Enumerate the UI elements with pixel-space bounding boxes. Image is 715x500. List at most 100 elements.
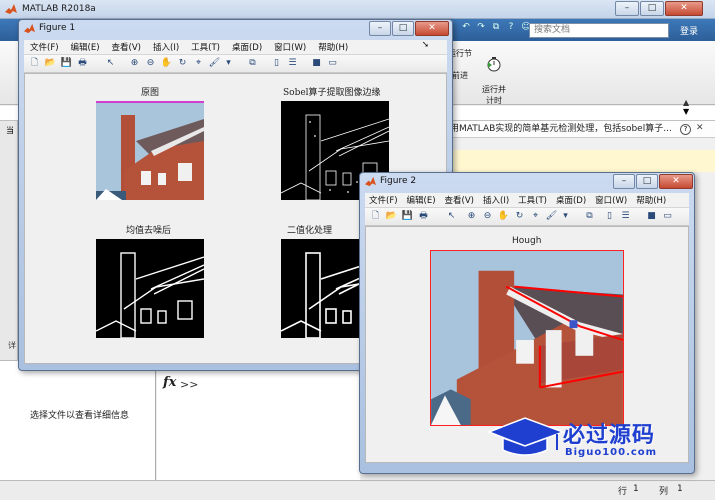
print-icon[interactable]: 🖶	[76, 57, 89, 70]
brush-dropdown-icon[interactable]: ▾	[559, 210, 572, 223]
figure2-menubar: 文件(F) 编辑(E) 查看(V) 插入(I) 工具(T) 桌面(D) 窗口(W…	[365, 193, 689, 208]
hide-plot-tools-icon[interactable]: ■	[310, 57, 323, 70]
new-figure-icon[interactable]: 🗋	[369, 210, 382, 223]
zoom-in-icon[interactable]: ⊕	[128, 57, 141, 70]
search-documentation-input[interactable]: 搜索文档	[529, 23, 669, 38]
pan-icon[interactable]: ✋	[160, 57, 173, 70]
status-row-label: 行	[618, 487, 628, 497]
help-browser-bar: 用MATLAB实现的简单基元检测处理，包括sobel算子...	[446, 121, 715, 138]
figure1-menubar: 文件(F) 编辑(E) 查看(V) 插入(I) 工具(T) 桌面(D) 窗口(W…	[24, 40, 447, 55]
legend-icon[interactable]: ☰	[619, 210, 632, 223]
show-plot-tools-icon[interactable]: ▭	[326, 57, 339, 70]
main-window-controls: – □ ✕	[614, 1, 703, 17]
matlab-logo-icon	[5, 4, 17, 14]
zoom-out-icon[interactable]: ⊖	[144, 57, 157, 70]
switch-windows-icon[interactable]: ⧉	[490, 22, 502, 35]
data-cursor-icon[interactable]: ⌖	[529, 210, 542, 223]
figure2-menu-view[interactable]: 查看(V)	[445, 194, 474, 206]
figure2-menu-file[interactable]: 文件(F)	[369, 194, 398, 206]
colorbar-icon[interactable]: ▯	[603, 210, 616, 223]
redo-icon[interactable]: ↷	[475, 22, 487, 35]
fx-icon[interactable]: fx	[163, 375, 176, 390]
colorbar-icon[interactable]: ▯	[270, 57, 283, 70]
stopwatch-icon	[487, 57, 501, 72]
figure1-menu-arrow-icon[interactable]: ➘	[422, 40, 429, 50]
figure1-menu-tools[interactable]: 工具(T)	[191, 41, 220, 53]
figure1-minimize-button[interactable]: –	[369, 21, 391, 36]
rotate-icon[interactable]: ↻	[176, 57, 189, 70]
subplot-mean-image	[96, 239, 204, 338]
figure2-close-button[interactable]: ✕	[659, 174, 693, 189]
help-close-icon[interactable]: ✕	[696, 123, 704, 133]
quick-access-toolbar: ↶ ↷ ⧉ ? ☺	[460, 22, 532, 35]
figure1-menu-file[interactable]: 文件(F)	[30, 41, 59, 53]
subplot-title-binary: 二值化处理	[287, 226, 333, 236]
figure1-close-button[interactable]: ✕	[415, 21, 449, 36]
figure1-maximize-button[interactable]: □	[392, 21, 414, 36]
figure1-logo-icon	[24, 23, 35, 34]
figure1-menu-help[interactable]: 帮助(H)	[318, 41, 348, 53]
legend-icon[interactable]: ☰	[286, 57, 299, 70]
figure1-window-controls: – □ ✕	[368, 21, 449, 37]
undo-icon[interactable]: ↶	[460, 22, 472, 35]
figure2-menu-tools[interactable]: 工具(T)	[518, 194, 547, 206]
details-panel-text: 选择文件以查看详细信息	[30, 411, 130, 421]
status-bar	[0, 480, 715, 500]
zoom-out-icon[interactable]: ⊖	[481, 210, 494, 223]
status-col-value: 1	[677, 484, 683, 494]
figure1-menu-insert[interactable]: 插入(I)	[153, 41, 179, 53]
figure2-maximize-button[interactable]: □	[636, 174, 658, 189]
figure1-menu-window[interactable]: 窗口(W)	[274, 41, 306, 53]
help-icon[interactable]: ?	[505, 22, 517, 35]
subplot-title-sobel: Sobel算子提取图像边缘	[283, 88, 381, 98]
figure2-logo-icon	[365, 176, 376, 187]
figure2-title: Figure 2	[380, 176, 417, 186]
figure1-menu-view[interactable]: 查看(V)	[112, 41, 141, 53]
close-button[interactable]: ✕	[665, 1, 703, 16]
pointer-icon[interactable]: ↖	[445, 210, 458, 223]
zoom-in-icon[interactable]: ⊕	[465, 210, 478, 223]
figure2-menu-help[interactable]: 帮助(H)	[636, 194, 666, 206]
figure2-menu-window[interactable]: 窗口(W)	[595, 194, 627, 206]
data-cursor-icon[interactable]: ⌖	[192, 57, 205, 70]
signin-link[interactable]: 登录	[680, 24, 698, 37]
hide-plot-tools-icon[interactable]: ■	[645, 210, 658, 223]
details-panel-header[interactable]: 详	[8, 340, 16, 351]
subplot-title-original: 原图	[141, 88, 160, 98]
figure2-titlebar: Figure 2 – □ ✕	[360, 173, 694, 191]
figure2-menu-insert[interactable]: 插入(I)	[483, 194, 509, 206]
save-icon[interactable]: 💾	[401, 210, 414, 223]
brush-icon[interactable]: 🖌	[208, 57, 221, 70]
run-and-time-button[interactable]: 运行并 计时	[474, 46, 514, 106]
figure1-menu-desktop[interactable]: 桌面(D)	[232, 41, 262, 53]
save-icon[interactable]: 💾	[60, 57, 73, 70]
pan-icon[interactable]: ✋	[497, 210, 510, 223]
help-circle-icon[interactable]: ?	[680, 124, 691, 135]
rotate-icon[interactable]: ↻	[513, 210, 526, 223]
figure2-window-controls: – □ ✕	[612, 174, 693, 190]
figure2-menu-edit[interactable]: 编辑(E)	[407, 194, 436, 206]
new-figure-icon[interactable]: 🗋	[28, 57, 41, 70]
brush-icon[interactable]: 🖌	[545, 210, 558, 223]
brush-dropdown-icon[interactable]: ▾	[222, 57, 235, 70]
hough-axis-title: Hough	[512, 236, 542, 246]
minimize-button[interactable]: –	[615, 1, 639, 16]
figure2-minimize-button[interactable]: –	[613, 174, 635, 189]
panel-tab-label[interactable]: 当	[6, 125, 14, 136]
address-dropdown-icon[interactable]: ▼	[683, 107, 689, 116]
figure1-menu-edit[interactable]: 编辑(E)	[71, 41, 100, 53]
advance-label: 前进	[452, 71, 468, 80]
watermark-subtext: Biguo100.com	[565, 447, 658, 458]
main-titlebar: MATLAB R2018a	[0, 0, 715, 19]
pointer-icon[interactable]: ↖	[104, 57, 117, 70]
open-file-icon[interactable]: 📂	[385, 210, 398, 223]
subplot-original-image	[96, 101, 204, 200]
link-plot-icon[interactable]: ⧉	[583, 210, 596, 223]
open-file-icon[interactable]: 📂	[44, 57, 57, 70]
figure2-menu-desktop[interactable]: 桌面(D)	[556, 194, 586, 206]
show-plot-tools-icon[interactable]: ▭	[661, 210, 674, 223]
print-icon[interactable]: 🖶	[417, 210, 430, 223]
link-plot-icon[interactable]: ⧉	[246, 57, 259, 70]
status-row-value: 1	[633, 484, 639, 494]
maximize-button[interactable]: □	[640, 1, 664, 16]
